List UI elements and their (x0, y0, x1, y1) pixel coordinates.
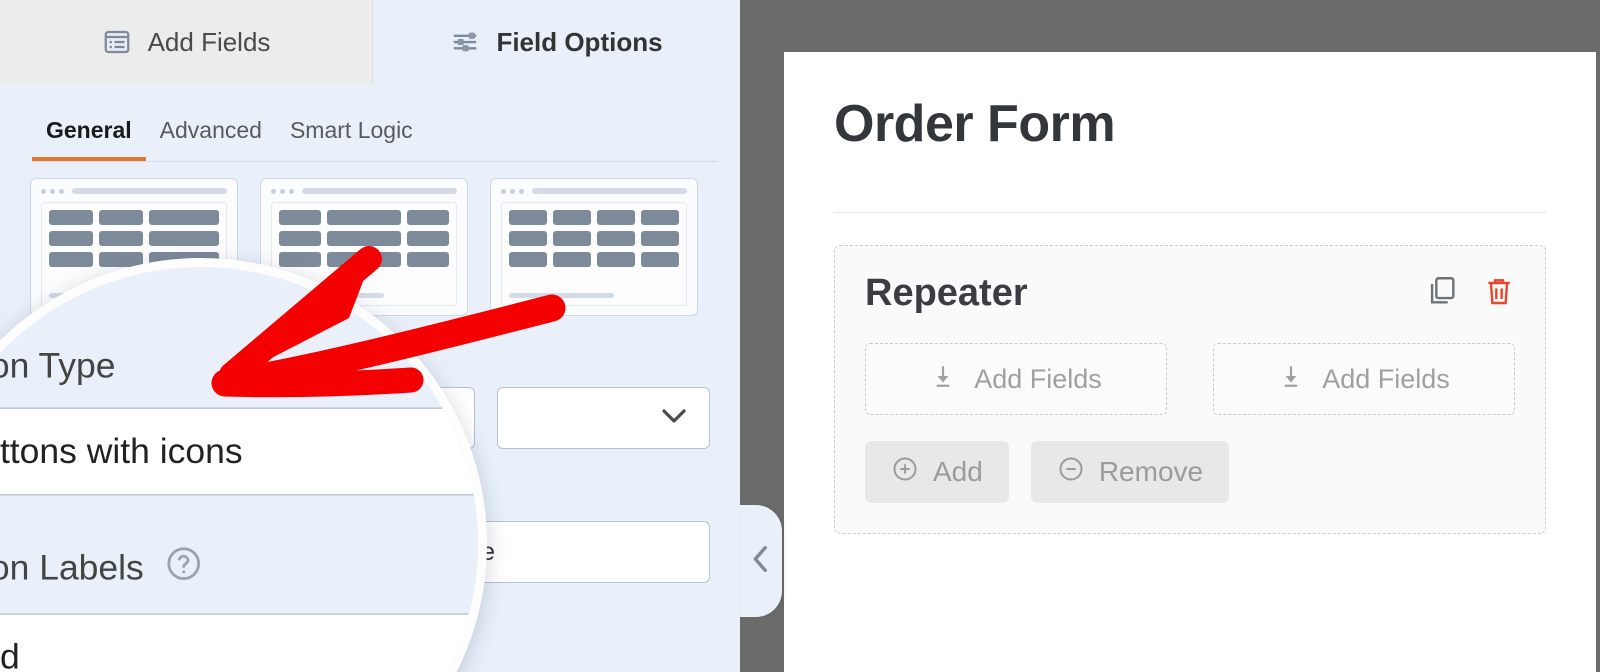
minus-circle-icon (1057, 455, 1085, 490)
tab-add-fields[interactable]: Add Fields (0, 0, 373, 84)
trash-icon[interactable] (1483, 274, 1515, 313)
plus-circle-icon (891, 455, 919, 490)
repeater-field[interactable]: Repeater Add Fields Add Fields Add Remov… (834, 245, 1546, 534)
duplicate-icon[interactable] (1425, 274, 1459, 313)
page-title: Order Form (834, 95, 1116, 153)
subtab-advanced[interactable]: Advanced (146, 117, 276, 162)
thumb-addressbar (302, 188, 457, 194)
form-preview-backdrop: Order Form Repeater Add Fields Add Field… (740, 0, 1600, 672)
magnified-button-labels-label: Button Labels (0, 544, 478, 594)
app-root: Order Form Repeater Add Fields Add Field… (0, 0, 1600, 672)
repeater-add-button[interactable]: Add (865, 441, 1009, 503)
thumb-grid (279, 210, 449, 267)
button-type-select-chevron-box[interactable] (497, 387, 710, 449)
magnified-button-type-select[interactable]: Buttons with icons (0, 407, 478, 496)
magnified-button-type-value: Buttons with icons (0, 430, 243, 471)
panel-collapse-handle[interactable] (740, 505, 782, 617)
thumb-addressbar (532, 188, 687, 194)
download-arrow-icon (930, 362, 956, 397)
thumb-body (501, 202, 687, 306)
chevron-left-icon (748, 542, 774, 581)
repeater-remove-label: Remove (1098, 456, 1204, 487)
subtab-smart-logic[interactable]: Smart Logic (276, 117, 427, 162)
thumb-titlebar (41, 188, 227, 194)
options-subtabs: General Advanced Smart Logic (0, 84, 740, 162)
chevron-down-icon (659, 404, 689, 433)
add-fields-dropzone-1[interactable]: Add Fields (865, 343, 1167, 415)
magnified-button-type-label: Button Type (0, 346, 116, 387)
subtab-underline-rule (32, 161, 718, 162)
thumb-addressbar (72, 188, 227, 194)
tab-add-fields-label: Add Fields (147, 26, 271, 57)
magnified-field-options: Button Type Buttons with icons Button La… (0, 267, 478, 672)
subtab-smart-logic-label: Smart Logic (289, 117, 413, 143)
window-dots-icon (41, 188, 64, 194)
question-circle-icon[interactable] (164, 544, 204, 594)
subtab-advanced-label: Advanced (159, 117, 262, 143)
repeater-title: Repeater (865, 272, 1028, 314)
dropzone-label: Add Fields (1322, 363, 1450, 394)
subtab-general-label: General (46, 117, 132, 143)
repeater-header: Repeater (865, 272, 1515, 315)
magnified-add-label-value: Add (0, 636, 20, 672)
thumb-footer-bar (509, 293, 615, 298)
add-fields-dropzone-2[interactable]: Add Fields (1213, 343, 1515, 415)
form-preview-card: Order Form Repeater Add Fields Add Field… (784, 52, 1596, 672)
magnified-add-label-input[interactable]: Add (0, 613, 478, 672)
button-type-select-right (497, 387, 710, 449)
subtab-general[interactable]: General (32, 117, 146, 162)
download-arrow-icon (1278, 362, 1304, 397)
dropzone-label: Add Fields (974, 363, 1102, 394)
tab-field-options[interactable]: Field Options (373, 0, 740, 84)
sliders-icon (450, 27, 480, 57)
window-dots-icon (501, 188, 524, 194)
form-list-icon (102, 27, 132, 57)
repeater-add-label: Add (933, 456, 983, 487)
thumb-titlebar (501, 188, 687, 194)
builder-tabbar: Add Fields Field Options (0, 0, 740, 84)
repeater-drop-zones: Add Fields Add Fields (865, 343, 1515, 415)
repeater-remove-button[interactable]: Remove (1030, 441, 1230, 503)
repeater-actions (1425, 274, 1515, 313)
magnifier-content: Button Type Buttons with icons Button La… (0, 267, 478, 672)
tab-field-options-label: Field Options (496, 26, 663, 57)
title-divider (834, 212, 1546, 213)
thumb-titlebar (271, 188, 457, 194)
window-dots-icon (271, 188, 294, 194)
thumb-grid (509, 210, 679, 267)
magnified-button-labels-text: Button Labels (0, 548, 144, 588)
repeater-buttons: Add Remove (865, 441, 1515, 503)
layout-option-3[interactable] (490, 178, 698, 316)
magnifier-circle-highlight: Button Type Buttons with icons Button La… (0, 258, 487, 672)
